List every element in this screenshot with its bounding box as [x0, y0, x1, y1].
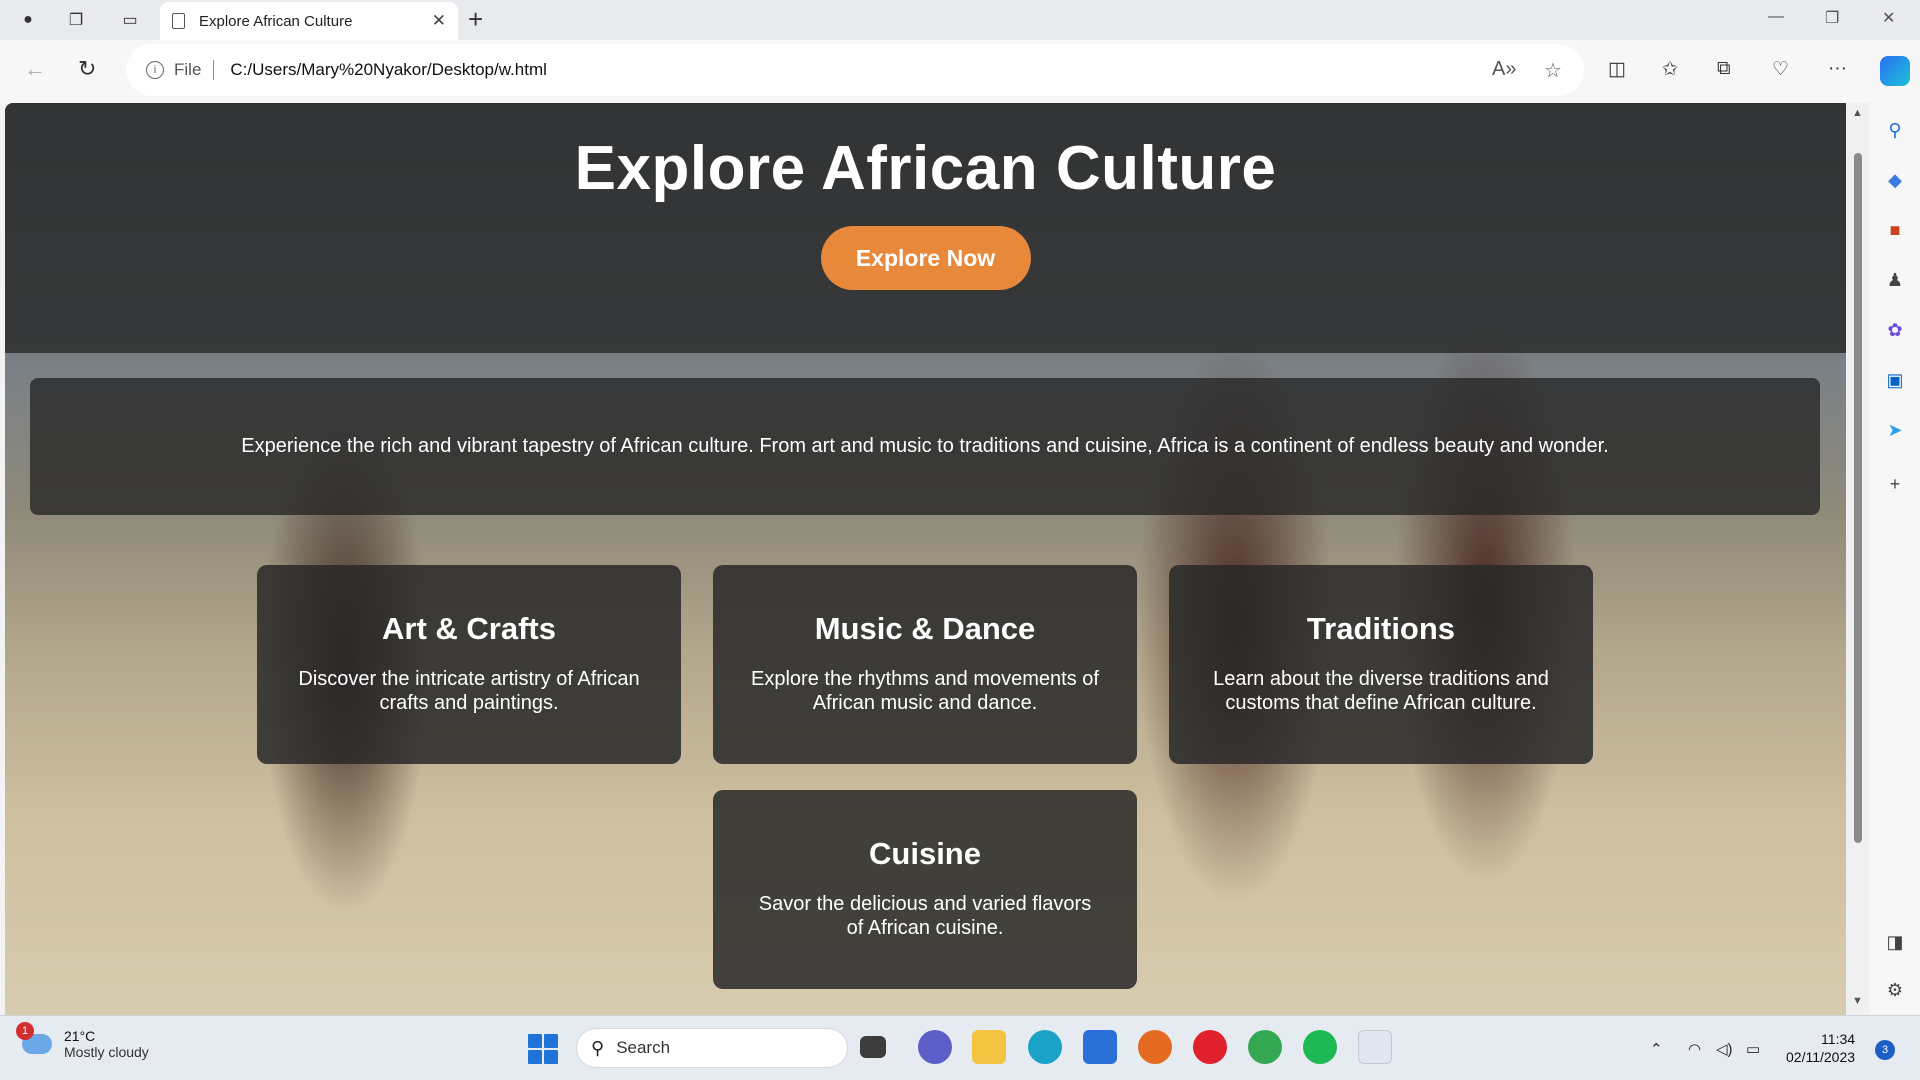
- close-window-icon[interactable]: ✕: [1882, 8, 1895, 28]
- card-title: Traditions: [1306, 611, 1456, 646]
- card-text: Learn about the diverse traditions and c…: [1213, 668, 1549, 714]
- hero-section: Explore African Culture Explore Now: [5, 103, 1846, 353]
- cloud-icon: 1: [16, 1022, 52, 1054]
- card-title: Cuisine: [869, 836, 981, 871]
- intro-panel: Experience the rich and vibrant tapestry…: [30, 378, 1820, 515]
- page-viewport: Explore African Culture Explore Now Expe…: [5, 103, 1846, 1015]
- read-aloud-icon[interactable]: A»: [1492, 58, 1516, 81]
- shopping-icon[interactable]: ◆: [1884, 169, 1906, 191]
- address-bar[interactable]: i File C:/Users/Mary%20Nyakor/Desktop/w.…: [126, 44, 1584, 96]
- chat-icon[interactable]: [918, 1030, 952, 1064]
- chrome-icon[interactable]: [1248, 1030, 1282, 1064]
- collections-icon[interactable]: ⧉: [1717, 58, 1731, 80]
- weather-desc: Mostly cloudy: [64, 1044, 149, 1060]
- scroll-down-icon[interactable]: ▼: [1852, 995, 1863, 1007]
- tools-icon[interactable]: ■: [1884, 219, 1906, 241]
- tab-title: Explore African Culture: [199, 12, 353, 30]
- intro-text: Experience the rich and vibrant tapestry…: [241, 435, 1609, 457]
- card-text: Savor the delicious and varied flavors o…: [758, 893, 1092, 939]
- clock[interactable]: 11:34 02/11/2023: [1786, 1030, 1855, 1066]
- back-icon[interactable]: ←: [24, 56, 46, 82]
- tab-strip: ● ❐ ▭ Explore African Culture ✕ + — ❐ ✕: [0, 0, 1920, 40]
- restore-icon[interactable]: ❐: [1825, 8, 1839, 28]
- tray-overflow-icon[interactable]: ⌃: [1650, 1040, 1663, 1058]
- task-view-icon[interactable]: [860, 1036, 886, 1058]
- copilot-icon[interactable]: [1880, 56, 1910, 86]
- scroll-up-icon[interactable]: ▲: [1852, 107, 1863, 119]
- card-title: Art & Crafts: [382, 611, 556, 646]
- card-cuisine: Cuisine Savor the delicious and varied f…: [713, 790, 1137, 989]
- firefox-icon[interactable]: [1138, 1030, 1172, 1064]
- search-icon[interactable]: ⚲: [1884, 119, 1906, 141]
- performance-icon[interactable]: ♡: [1772, 58, 1789, 81]
- page-scrollbar[interactable]: ▲ ▼: [1846, 103, 1870, 1015]
- card-music-dance: Music & Dance Explore the rhythms and mo…: [713, 565, 1137, 764]
- profile-icon[interactable]: ●: [14, 6, 42, 34]
- settings-gear-icon[interactable]: ⚙: [1884, 979, 1906, 1001]
- wifi-icon[interactable]: ◠: [1688, 1040, 1701, 1058]
- weather-badge: 1: [16, 1022, 34, 1040]
- send-icon[interactable]: ➤: [1884, 419, 1906, 441]
- split-screen-icon[interactable]: ◫: [1608, 58, 1626, 81]
- snipping-tool-icon[interactable]: [1358, 1030, 1392, 1064]
- scroll-thumb[interactable]: [1854, 153, 1862, 843]
- info-icon[interactable]: i: [146, 61, 164, 79]
- games-icon[interactable]: ♟: [1884, 269, 1906, 291]
- document-icon: [172, 13, 185, 29]
- windows-start-icon[interactable]: [528, 1034, 558, 1064]
- notification-badge[interactable]: 3: [1875, 1040, 1895, 1060]
- tab-actions-icon[interactable]: ▭: [116, 6, 144, 34]
- clock-date: 02/11/2023: [1786, 1049, 1856, 1065]
- card-text: Explore the rhythms and movements of Afr…: [751, 668, 1099, 714]
- taskbar: 1 21°C Mostly cloudy ⚲ Search ⌃ ◠ ◁) ▭ 1…: [0, 1015, 1920, 1080]
- opera-icon[interactable]: [1193, 1030, 1227, 1064]
- favorite-star-icon[interactable]: ☆: [1544, 58, 1562, 83]
- clock-time: 11:34: [1821, 1031, 1856, 1047]
- weather-widget[interactable]: 1 21°C Mostly cloudy: [16, 1022, 149, 1060]
- microsoft-365-icon[interactable]: ✿: [1884, 319, 1906, 341]
- edge-sidebar: ⚲ ◆ ■ ♟ ✿ ▣ ➤ + ◨ ⚙: [1870, 103, 1920, 1015]
- minimize-icon[interactable]: —: [1768, 8, 1784, 26]
- taskbar-search[interactable]: ⚲ Search: [576, 1028, 848, 1068]
- card-title: Music & Dance: [814, 611, 1036, 646]
- card-text: Discover the intricate artistry of Afric…: [298, 668, 640, 714]
- spotify-icon[interactable]: [1303, 1030, 1337, 1064]
- workspaces-icon[interactable]: ❐: [62, 6, 90, 34]
- file-explorer-icon[interactable]: [972, 1030, 1006, 1064]
- card-traditions: Traditions Learn about the diverse tradi…: [1169, 565, 1593, 764]
- scheme-label: File: [174, 60, 202, 79]
- outlook-icon[interactable]: ▣: [1884, 369, 1906, 391]
- explore-now-button[interactable]: Explore Now: [820, 226, 1031, 290]
- sidebar-toggle-icon[interactable]: ◨: [1884, 931, 1906, 953]
- edge-icon[interactable]: [1028, 1030, 1062, 1064]
- tab-active[interactable]: Explore African Culture ✕: [160, 2, 458, 40]
- close-tab-icon[interactable]: ✕: [432, 11, 446, 31]
- refresh-icon[interactable]: ↻: [78, 56, 96, 82]
- url-text[interactable]: C:/Users/Mary%20Nyakor/Desktop/w.html: [230, 60, 546, 80]
- weather-temp: 21°C: [64, 1028, 96, 1044]
- search-icon: ⚲: [591, 1037, 605, 1058]
- hero-title: Explore African Culture: [574, 134, 1277, 203]
- more-icon[interactable]: ···: [1828, 58, 1847, 80]
- add-icon[interactable]: +: [1884, 473, 1906, 495]
- browser-toolbar: ← ↻ i File C:/Users/Mary%20Nyakor/Deskto…: [0, 40, 1920, 103]
- favorites-icon[interactable]: ✩: [1662, 58, 1678, 81]
- divider: [213, 60, 215, 80]
- battery-icon[interactable]: ▭: [1746, 1040, 1760, 1058]
- store-icon[interactable]: [1083, 1030, 1117, 1064]
- card-art-crafts: Art & Crafts Discover the intricate arti…: [257, 565, 681, 764]
- search-label: Search: [616, 1038, 671, 1057]
- volume-icon[interactable]: ◁): [1716, 1040, 1733, 1058]
- new-tab-icon[interactable]: +: [468, 4, 483, 35]
